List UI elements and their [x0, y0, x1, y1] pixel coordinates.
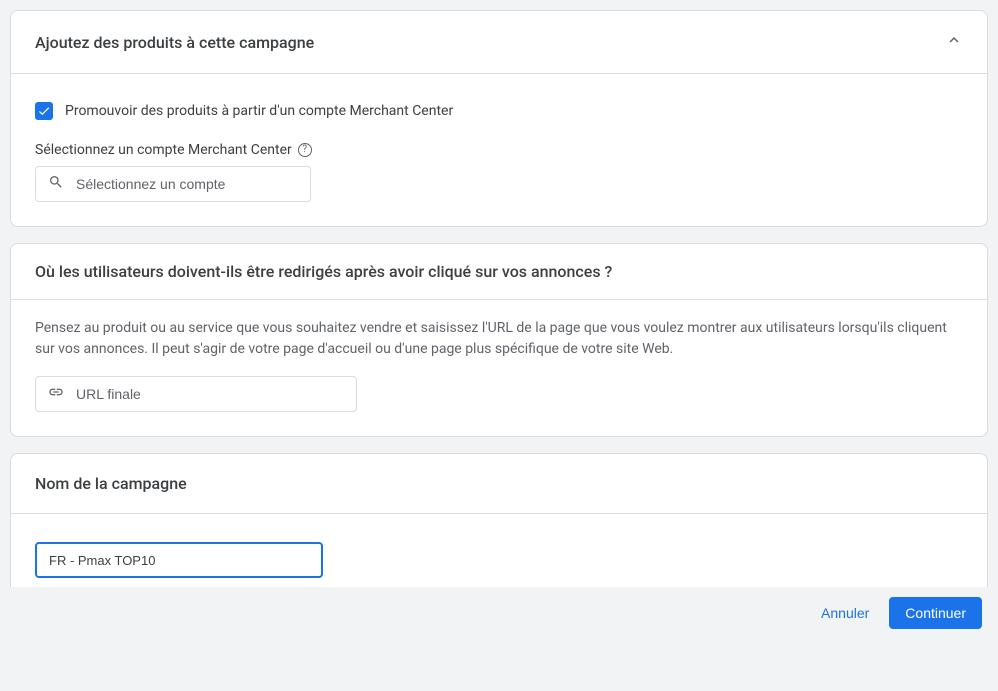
- help-icon[interactable]: ?: [298, 143, 312, 157]
- link-icon: [48, 384, 64, 404]
- search-icon: [48, 174, 64, 194]
- products-section: Ajoutez des produits à cette campagne Pr…: [10, 10, 988, 227]
- campaign-name-field[interactable]: [35, 542, 323, 578]
- merchant-account-field[interactable]: [35, 166, 311, 202]
- redirect-section-title: Où les utilisateurs doivent-ils être red…: [35, 262, 612, 281]
- checkbox-checked-icon[interactable]: [35, 102, 53, 120]
- chevron-up-icon: [945, 31, 963, 53]
- campaign-name-title: Nom de la campagne: [35, 474, 187, 493]
- final-url-field[interactable]: [35, 376, 357, 412]
- redirect-section: Où les utilisateurs doivent-ils être red…: [10, 243, 988, 437]
- promote-checkbox-label: Promouvoir des produits à partir d'un co…: [65, 103, 453, 119]
- products-section-header[interactable]: Ajoutez des produits à cette campagne: [11, 11, 987, 73]
- products-section-title: Ajoutez des produits à cette campagne: [35, 33, 314, 52]
- merchant-select-label-row: Sélectionnez un compte Merchant Center ?: [35, 142, 963, 158]
- footer-actions: Annuler Continuer: [0, 587, 998, 639]
- promote-checkbox-row[interactable]: Promouvoir des produits à partir d'un co…: [35, 90, 963, 128]
- products-section-body: Promouvoir des produits à partir d'un co…: [11, 74, 987, 226]
- final-url-input[interactable]: [74, 385, 344, 403]
- merchant-select-label: Sélectionnez un compte Merchant Center: [35, 142, 292, 158]
- redirect-section-body: Pensez au produit ou au service que vous…: [11, 300, 987, 436]
- continue-button[interactable]: Continuer: [889, 597, 982, 629]
- redirect-description: Pensez au produit ou au service que vous…: [35, 318, 963, 360]
- redirect-section-header: Où les utilisateurs doivent-ils être red…: [11, 244, 987, 299]
- campaign-name-header: Nom de la campagne: [11, 454, 987, 513]
- campaign-name-input[interactable]: [47, 552, 311, 569]
- merchant-account-input[interactable]: [74, 175, 298, 193]
- cancel-button[interactable]: Annuler: [809, 597, 881, 629]
